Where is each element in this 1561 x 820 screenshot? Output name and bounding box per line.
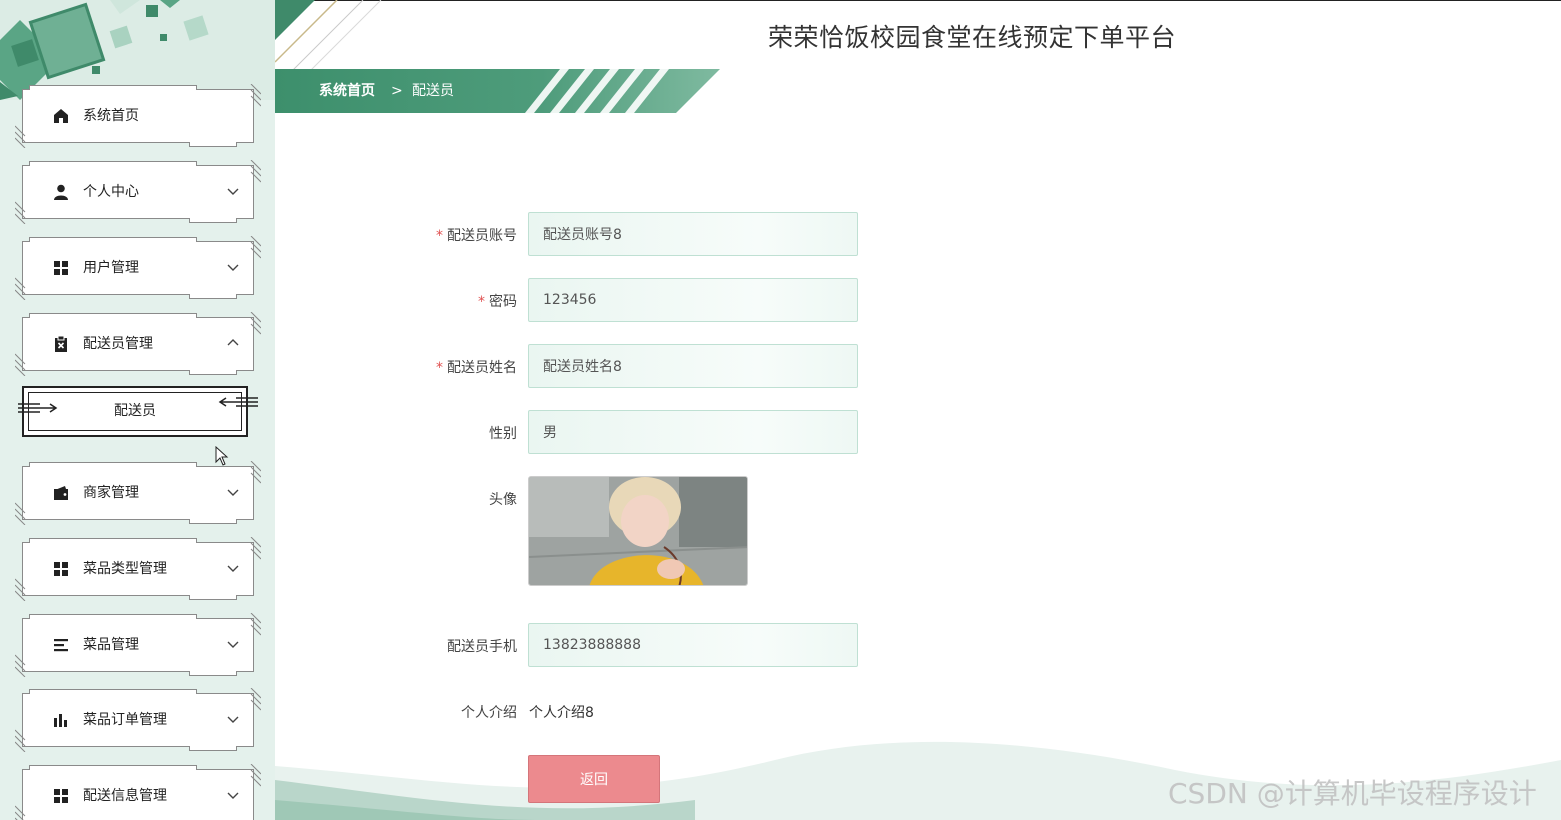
chevron-down-icon [227, 716, 239, 723]
home-icon [54, 109, 68, 123]
chevron-down-icon [227, 792, 239, 799]
hatch-decoration [250, 84, 261, 107]
sidebar-item-dish-orders[interactable]: 菜品订单管理 [15, 688, 261, 752]
hatch-decoration [250, 613, 261, 636]
chevron-down-icon [227, 565, 239, 572]
hatch-decoration [250, 688, 261, 711]
bar-chart-icon [54, 714, 67, 727]
hatch-decoration [250, 764, 261, 787]
sidebar-item-dish-types[interactable]: 菜品类型管理 [15, 537, 261, 601]
hatch-decoration [15, 578, 26, 601]
chevron-down-icon [227, 188, 239, 195]
hatch-decoration [250, 537, 261, 560]
hatch-decoration [15, 353, 26, 376]
chevron-down-icon [227, 264, 239, 271]
sidebar-item-delivery-management[interactable]: 配送员管理 [15, 312, 261, 376]
account-field[interactable] [528, 212, 858, 256]
sidebar-item-label: 配送员管理 [83, 336, 153, 352]
clipboard-icon [55, 336, 67, 352]
hatch-decoration [15, 125, 26, 148]
sidebar-item-label: 菜品管理 [83, 637, 139, 653]
back-button[interactable]: 返回 [528, 755, 660, 803]
name-field[interactable] [528, 344, 858, 388]
list-icon [54, 639, 68, 652]
breadcrumb-separator: > [391, 83, 403, 99]
hatch-decoration [15, 502, 26, 525]
person-icon [54, 184, 68, 200]
intro-label: 个人介绍 [461, 705, 517, 721]
avatar-image [528, 476, 748, 586]
avatar-photo [529, 477, 747, 585]
account-label: * 配送员账号 [436, 225, 517, 245]
grid-icon [54, 789, 68, 803]
breadcrumb-home-link[interactable]: 系统首页 [319, 69, 375, 113]
wallet-icon [54, 486, 68, 500]
sidebar-subitem-delivery-staff[interactable]: 配送员 [18, 386, 258, 437]
hatch-decoration [250, 236, 261, 259]
gender-label: 性别 [489, 426, 517, 442]
phone-field[interactable] [528, 623, 858, 667]
phone-label: 配送员手机 [447, 639, 517, 655]
sidebar-item-users[interactable]: 用户管理 [15, 236, 261, 300]
password-field[interactable] [528, 278, 858, 322]
breadcrumb-current: 配送员 [412, 83, 454, 99]
password-label-text: 密码 [489, 294, 517, 310]
page-title: 荣荣恰饭校园食堂在线预定下单平台 [768, 23, 1177, 52]
name-label-text: 配送员姓名 [447, 360, 517, 376]
grid-icon [54, 261, 68, 275]
mouse-cursor-icon [215, 446, 229, 466]
chevron-up-icon [227, 339, 239, 346]
sidebar-item-label: 用户管理 [83, 260, 139, 276]
hatch-decoration [250, 160, 261, 183]
account-label-text: 配送员账号 [447, 228, 517, 244]
sidebar: 系统首页 个人中心 用户管理 配送员管理 配送员 商家管理 菜品类型管理 菜品管… [0, 0, 275, 820]
sidebar-item-home[interactable]: 系统首页 [15, 84, 261, 148]
sidebar-item-label: 菜品类型管理 [83, 561, 167, 577]
gender-field[interactable] [528, 410, 858, 454]
hatch-decoration [15, 201, 26, 224]
hatch-decoration [15, 805, 26, 820]
header-decoration [275, 0, 382, 70]
hatch-decoration [15, 277, 26, 300]
sidebar-item-merchants[interactable]: 商家管理 [15, 461, 261, 525]
sidebar-item-label: 商家管理 [83, 485, 139, 501]
required-mark: * [436, 228, 443, 244]
hatch-decoration [15, 729, 26, 752]
avatar-label: 头像 [489, 492, 517, 508]
header-border [275, 0, 1561, 1]
hatch-decoration [15, 654, 26, 677]
watermark: CSDN @计算机毕设程序设计 [1168, 777, 1537, 810]
sidebar-item-profile[interactable]: 个人中心 [15, 160, 261, 224]
sidebar-item-delivery-info[interactable]: 配送信息管理 [15, 764, 261, 820]
name-label: * 配送员姓名 [436, 357, 517, 377]
hatch-decoration [250, 461, 261, 484]
intro-value: 个人介绍8 [529, 705, 594, 721]
sidebar-subitem-label: 配送员 [114, 403, 156, 419]
sidebar-item-label: 系统首页 [83, 108, 139, 124]
sidebar-item-dishes[interactable]: 菜品管理 [15, 613, 261, 677]
hatch-decoration [250, 312, 261, 335]
password-label: * 密码 [478, 291, 517, 311]
required-mark: * [478, 294, 485, 310]
chevron-down-icon [227, 489, 239, 496]
required-mark: * [436, 360, 443, 376]
sidebar-item-label: 配送信息管理 [83, 788, 167, 804]
sidebar-item-label: 个人中心 [83, 184, 139, 200]
sidebar-item-label: 菜品订单管理 [83, 712, 167, 728]
grid-icon [54, 562, 68, 576]
chevron-down-icon [227, 641, 239, 648]
